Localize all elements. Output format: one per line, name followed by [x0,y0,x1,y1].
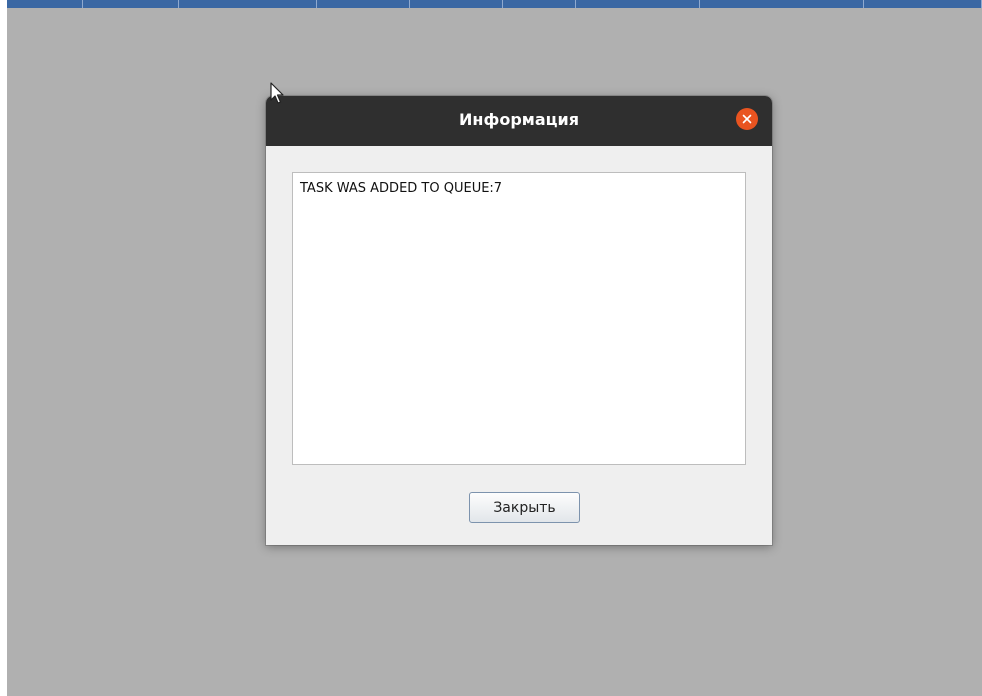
desktop-screen: Информация TASK WAS ADDED TO QUEUE:7 Зак… [0,0,982,696]
header-cell [576,0,700,8]
information-dialog: Информация TASK WAS ADDED TO QUEUE:7 Зак… [266,96,772,545]
header-cell [410,0,503,8]
header-cell [700,0,864,8]
header-cell [7,0,83,8]
parent-window-table-header-strip [7,0,982,8]
dialog-titlebar[interactable]: Информация [266,96,772,146]
message-text-area[interactable]: TASK WAS ADDED TO QUEUE:7 [292,172,746,465]
header-cell [317,0,410,8]
header-cell [83,0,179,8]
close-button[interactable]: Закрыть [469,492,580,523]
header-cell [503,0,576,8]
header-cell [864,0,982,8]
message-text: TASK WAS ADDED TO QUEUE:7 [300,181,503,196]
dialog-title: Информация [459,110,579,129]
header-cell [179,0,317,8]
mouse-pointer-icon [270,82,284,104]
dialog-close-button[interactable] [736,108,758,130]
close-icon [742,114,752,124]
